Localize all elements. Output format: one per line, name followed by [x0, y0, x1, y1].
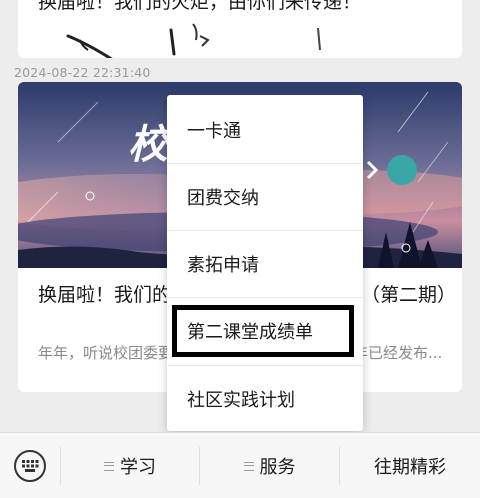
tab-study[interactable]: 学习: [61, 433, 199, 498]
previous-article-card[interactable]: 换届啦！我们的火炬，由你们来传递！: [18, 0, 462, 58]
bottom-menu-bar: 学习 服务 往期精彩: [0, 432, 480, 498]
previous-article-image: [66, 23, 321, 58]
menu-item-label: 社区实践计划: [187, 390, 295, 411]
timestamp: 2024-08-22 22:31:40: [14, 65, 151, 80]
keyboard-glyph: [22, 460, 39, 472]
tab-past-highlights[interactable]: 往期精彩: [340, 433, 480, 498]
menu-lines-icon: [104, 461, 114, 471]
menu-item-community-practice[interactable]: 社区实践计划: [167, 366, 363, 432]
service-popup-menu: 一卡通 团费交纳 素拓申请 第二课堂成绩单 社区实践计划: [167, 95, 363, 431]
tab-service[interactable]: 服务: [200, 433, 339, 498]
menu-lines-icon: [243, 461, 254, 471]
menu-item-second-classroom-transcript[interactable]: 第二课堂成绩单: [172, 305, 354, 357]
tab-label: 服务: [259, 457, 296, 478]
menu-item-label: 团费交纳: [187, 188, 259, 209]
menu-item-campus-card[interactable]: 一卡通: [167, 97, 363, 163]
keyboard-icon[interactable]: [14, 450, 46, 482]
menu-item-league-fee[interactable]: 团费交纳: [167, 164, 363, 230]
menu-item-label: 第二课堂成绩单: [187, 322, 313, 343]
menu-item-label: 一卡通: [187, 121, 241, 142]
tab-label: 学习: [120, 457, 156, 478]
menu-item-quality-expansion[interactable]: 素拓申请: [167, 231, 363, 297]
menu-divider: [167, 297, 363, 298]
tab-label: 往期精彩: [374, 457, 446, 478]
menu-item-label: 素拓申请: [187, 255, 259, 276]
